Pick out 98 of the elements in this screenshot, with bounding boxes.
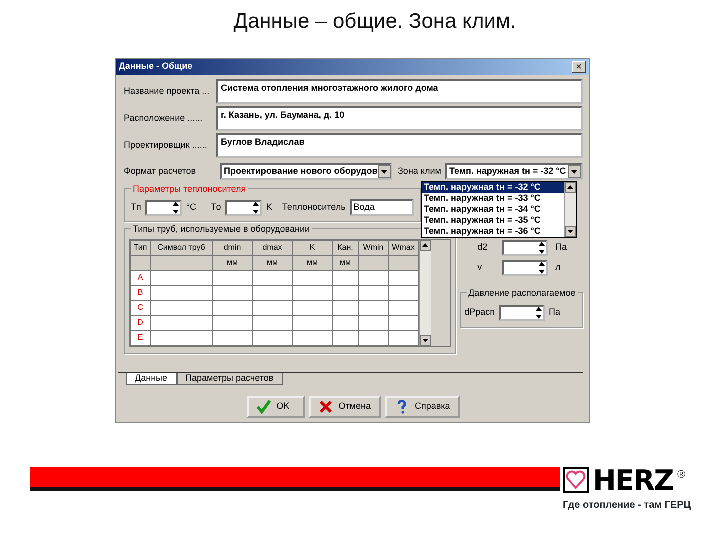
field-label: Зона клим <box>398 164 442 178</box>
number-field[interactable] <box>502 260 548 276</box>
row-label: C <box>130 300 150 316</box>
scroll-bar[interactable] <box>564 182 576 237</box>
table-cell <box>150 300 212 316</box>
unit-cell: мм <box>292 256 332 270</box>
tagline: Где отопление - там ГЕРЦ <box>563 499 692 513</box>
spinner-icon[interactable] <box>172 200 180 214</box>
table-cell <box>252 270 292 286</box>
dialog-button[interactable]: OK <box>246 396 305 418</box>
table-cell <box>212 286 252 300</box>
dropdown-option[interactable]: Темп. наружная tн = -36 °C <box>422 226 564 237</box>
table-cell <box>292 270 332 286</box>
table-cell <box>212 270 252 286</box>
check-icon <box>256 400 271 414</box>
scroll-down-icon[interactable] <box>565 226 576 237</box>
window-title: Данные - Общие <box>119 60 193 74</box>
brand-name: HERZ <box>593 467 674 495</box>
row-label: B <box>130 286 150 300</box>
field-label: Теплоноситель <box>282 200 346 214</box>
table-cell <box>292 300 332 316</box>
dropdown-option[interactable]: Темп. наружная tн = -34 °C <box>422 204 564 215</box>
unit-label: °C <box>186 200 197 214</box>
group-title: Типы труб, используемые в оборудовании <box>131 223 312 236</box>
unit-cell: мм <box>252 256 292 270</box>
table-cell <box>332 300 358 316</box>
number-field[interactable] <box>225 200 262 216</box>
dropdown-option[interactable]: Темп. наружная tн = -33 °C <box>422 193 564 204</box>
spinner-icon[interactable] <box>252 200 260 214</box>
spinner-icon[interactable] <box>538 261 546 275</box>
table-cell <box>150 286 212 300</box>
tab[interactable]: Параметры расчетов <box>176 373 283 385</box>
coolant-dropdown[interactable]: Вода <box>350 199 414 216</box>
table-cell <box>332 316 358 330</box>
text-field[interactable]: Буглов Владислав <box>216 133 583 158</box>
column-header: K <box>292 240 332 256</box>
dropdown-option[interactable]: Темп. наружная tн = -32 °C <box>422 182 564 193</box>
group-title: Параметры теплоносителя <box>131 183 248 196</box>
table-cell <box>332 270 358 286</box>
column-header: Wmax <box>388 240 418 256</box>
registered-mark: ® <box>677 468 686 483</box>
scroll-down-icon[interactable] <box>420 335 431 346</box>
tab[interactable]: Данные <box>126 373 177 385</box>
column-header: Кан. <box>332 240 358 256</box>
scroll-up-icon[interactable] <box>565 182 576 193</box>
unit-cell: мм <box>212 256 252 270</box>
scroll-up-icon[interactable] <box>420 240 431 251</box>
number-field[interactable] <box>145 200 182 216</box>
row-label: E <box>130 330 150 346</box>
table-cell <box>212 316 252 330</box>
slide-title: Данные – общие. Зона клим. <box>232 9 518 35</box>
field-label: Название проекта ... <box>124 84 211 98</box>
field-label: dPрасп <box>464 306 495 320</box>
table-cell <box>358 300 388 316</box>
spinner-icon[interactable] <box>534 306 543 320</box>
field-label: d2 <box>478 241 489 254</box>
row-label: D <box>130 316 150 330</box>
column-header: Wmin <box>358 240 388 256</box>
field-label: Tо <box>210 200 222 214</box>
table-cell <box>358 286 388 300</box>
field-label: Tп <box>131 200 142 214</box>
column-header: dmax <box>252 240 292 256</box>
dialog-button[interactable]: Справка <box>384 396 460 418</box>
table-cell <box>150 316 212 330</box>
cross-icon <box>318 400 333 414</box>
unit-label: Па <box>548 306 560 320</box>
field-label: Проектировщик ...... <box>124 138 208 152</box>
unit-label: Па <box>556 241 568 254</box>
column-header: Тип <box>130 240 150 256</box>
format-dropdown[interactable]: Проектирование нового оборудов <box>220 163 392 180</box>
number-field[interactable] <box>502 240 548 256</box>
unit-cell: мм <box>332 256 358 270</box>
column-header: Символ труб <box>150 240 212 256</box>
table-cell <box>252 316 292 330</box>
text-field[interactable]: Система отопления многоэтажного жилого дома <box>216 79 583 104</box>
number-field[interactable] <box>498 305 545 321</box>
close-button[interactable]: × <box>572 61 586 73</box>
table-cell <box>252 300 292 316</box>
field-label: Расположение ...... <box>124 112 204 125</box>
spinner-icon[interactable] <box>538 241 546 255</box>
scroll-bar[interactable] <box>419 240 431 346</box>
unit-label: K <box>266 200 272 214</box>
field-label: v <box>478 261 484 274</box>
field-label: Формат расчетов <box>124 164 198 178</box>
climate-dropdown[interactable]: Темп. наружная tн = -32 °C <box>445 163 583 180</box>
table-cell <box>332 286 358 300</box>
dialog-button[interactable]: Отмена <box>308 396 381 418</box>
unit-label: л <box>556 261 561 274</box>
column-header: dmin <box>212 240 252 256</box>
table-cell <box>252 286 292 300</box>
table-cell <box>292 286 332 300</box>
table-cell <box>212 300 252 316</box>
row-label: A <box>130 270 150 286</box>
table-cell <box>292 316 332 330</box>
text-field[interactable]: г. Казань, ул. Баумана, д. 10 <box>216 106 583 131</box>
dropdown-option[interactable]: Темп. наружная tн = -35 °C <box>422 215 564 226</box>
table-cell <box>358 316 388 330</box>
group-title: Давление располагаемое <box>466 287 578 300</box>
